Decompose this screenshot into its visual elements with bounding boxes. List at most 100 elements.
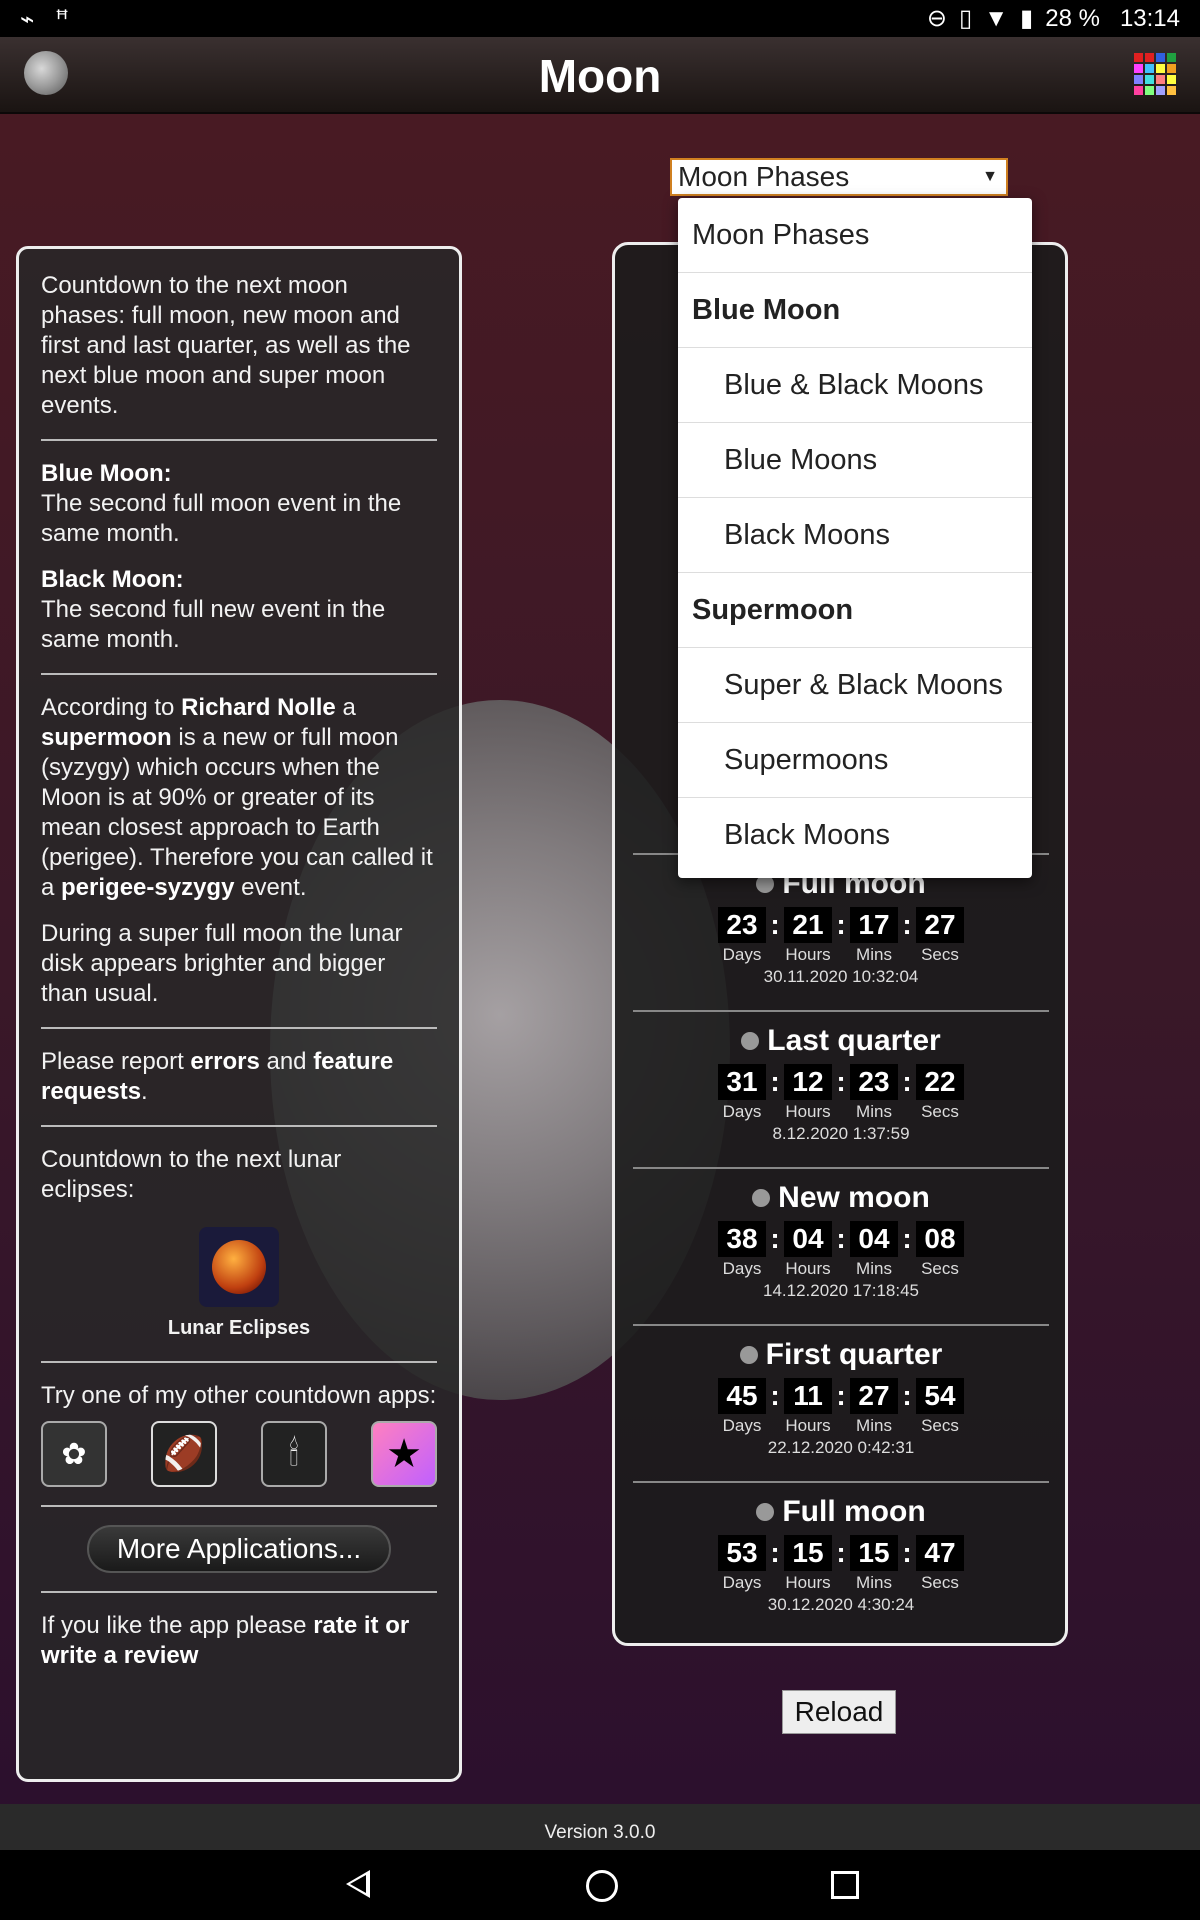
countdown-days: 53 [718,1535,766,1571]
other-apps-row: ✿ 🏈 🕯 ★ [41,1411,437,1487]
colon-separator: : [836,1223,846,1254]
unit-label: Secs [921,1102,959,1121]
mode-dropdown: Moon Phases Blue Moon Blue & Black Moons Bl… [678,198,1032,878]
unit-label: Secs [921,1573,959,1592]
unit-label: Mins [856,1573,892,1592]
dropdown-option[interactable]: Super & Black Moons [678,648,1032,723]
star-app-icon[interactable]: ★ [371,1421,437,1487]
mode-select-value: Moon Phases [678,161,850,192]
eclipse-text: Countdown to the next lunar eclipses: [41,1146,342,1203]
colon-separator: : [770,1380,780,1411]
supermoon-text: According to Richard Nolle a supermoon i… [41,694,433,901]
divider [41,1125,437,1127]
countdown-days: 38 [718,1221,766,1257]
recents-icon[interactable] [831,1871,859,1899]
version-label: Version 3.0.0 [0,1804,1200,1850]
divider [41,673,437,675]
football-app-icon[interactable]: 🏈 [151,1421,217,1487]
vibrate-icon: ▯ [959,5,973,32]
event-name: Full moon [633,1495,1049,1529]
countdown-hours: 11 [784,1378,832,1414]
event-date: 14.12.2020 17:18:45 [763,1281,919,1300]
debug-icon: ꟸ [55,6,69,33]
colon-separator: : [836,1066,846,1097]
countdown-days: 23 [718,907,766,943]
moon-phase-icon [756,1503,775,1521]
battery-percent: 28 % [1045,4,1100,32]
countdown-event: First quarter 45 Days:11 Hours:27 Mins:54 Sec… [633,1324,1049,1458]
countdown-timer: 53 Days:15 Hours:15 Mins:47 Secs [633,1535,1049,1593]
colon-separator: : [902,1380,912,1411]
colon-separator: : [770,1537,780,1568]
countdown-hours: 21 [784,907,832,943]
unit-label: Hours [785,1416,831,1435]
moon-phase-icon [739,1346,758,1364]
super-full-moon-text: During a super full moon the lunar disk … [41,920,403,1007]
candle-app-icon[interactable]: 🕯 [261,1421,327,1487]
countdown-days: 45 [718,1378,766,1414]
reload-button[interactable]: Reload [782,1690,896,1734]
event-name: First quarter [633,1338,1049,1372]
countdown-mins: 04 [850,1221,898,1257]
home-icon[interactable] [586,1870,618,1902]
dropdown-option[interactable]: Black Moons [678,798,1032,873]
colon-separator: : [836,1537,846,1568]
apps-grid-icon[interactable] [1134,53,1176,95]
moon-phase-icon [741,1032,760,1050]
divider [41,1591,437,1593]
richard-nolle-link[interactable]: Richard Nolle [181,694,336,721]
errors-link[interactable]: errors [190,1048,259,1075]
countdown-hours: 15 [784,1535,832,1571]
colon-separator: : [770,909,780,940]
countdown-hours: 12 [784,1064,832,1100]
unit-label: Hours [785,1259,831,1278]
seasons-app-icon[interactable]: ✿ [41,1421,107,1487]
status-right: ⊖ ▯ ▼ ▮ 28 % 13:14 [927,4,1180,33]
countdown-mins: 23 [850,1064,898,1100]
event-name: New moon [633,1181,1049,1215]
moon-phase-icon [752,1189,771,1207]
chevron-down-icon: ▼ [982,168,998,185]
colon-separator: : [902,909,912,940]
countdown-timer: 23 Days:21 Hours:17 Mins:27 Secs [633,907,1049,965]
countdown-timer: 45 Days:11 Hours:27 Mins:54 Secs [633,1378,1049,1436]
other-apps-text: Try one of my other countdown apps: [41,1382,437,1409]
unit-label: Mins [856,1259,892,1278]
dropdown-group-label: Blue Moon [678,273,1032,348]
back-icon[interactable] [346,1870,370,1898]
dropdown-option[interactable]: Blue & Black Moons [678,348,1032,423]
lunar-eclipses-label[interactable]: Lunar Eclipses [41,1313,437,1343]
colon-separator: : [902,1066,912,1097]
countdown-secs: 47 [916,1535,964,1571]
event-name: Last quarter [633,1024,1049,1058]
countdown-mins: 17 [850,907,898,943]
black-moon-title: Black Moon: [41,566,184,593]
countdown-event: Full moon 53 Days:15 Hours:15 Mins:47 Secs 30.… [633,1481,1049,1615]
status-left-icons: ⌁ ꟸ [20,5,69,34]
info-panel: Countdown to the next moon phases: full … [16,246,462,1782]
unit-label: Mins [856,945,892,964]
event-date: 8.12.2020 1:37:59 [772,1124,910,1143]
intro-text: Countdown to the next moon phases: full … [41,272,411,419]
lunar-eclipse-icon[interactable] [199,1227,279,1307]
mode-select[interactable]: Moon Phases ▼ [670,158,1008,196]
app-title: Moon [538,50,662,102]
dropdown-group-label: Supermoon [678,573,1032,648]
rate-text: If you like the app please rate it or wr… [41,1612,410,1669]
wifi-icon: ▼ [984,4,1009,32]
dropdown-option[interactable]: Moon Phases [678,198,1032,273]
clock: 13:14 [1119,4,1180,32]
countdown-event: Last quarter 31 Days:12 Hours:23 Mins:22 Secs… [633,1010,1049,1144]
more-applications-button[interactable]: More Applications... [87,1525,391,1573]
unit-label: Mins [856,1102,892,1121]
unit-label: Secs [921,1416,959,1435]
unit-label: Days [722,1416,762,1435]
colon-separator: : [770,1223,780,1254]
dropdown-option[interactable]: Black Moons [678,498,1032,573]
countdown-hours: 04 [784,1221,832,1257]
dropdown-option[interactable]: Supermoons [678,723,1032,798]
countdown-mins: 27 [850,1378,898,1414]
unit-label: Hours [785,1102,831,1121]
countdown-secs: 27 [916,907,964,943]
dropdown-option[interactable]: Blue Moons [678,423,1032,498]
